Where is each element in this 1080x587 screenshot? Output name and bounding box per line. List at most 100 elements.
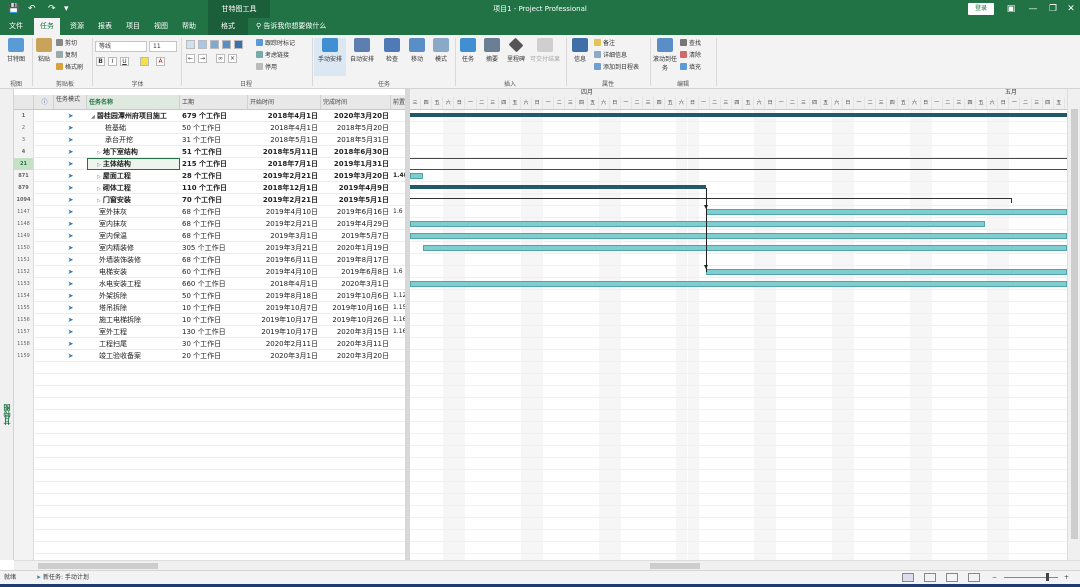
corner-select-all[interactable] xyxy=(14,95,34,110)
empty-row[interactable] xyxy=(14,398,408,410)
duration-cell[interactable]: 50 个工作日 xyxy=(180,290,248,302)
start-cell[interactable]: 2019年10月17日 xyxy=(248,314,321,326)
table-row[interactable]: 1158 ➤ 工程扫尾 30 个工作日 2020年2月11日 2020年3月11日 xyxy=(14,338,408,350)
row-info-cell[interactable] xyxy=(34,134,54,146)
add-to-timeline-button[interactable]: 添加到日程表 xyxy=(594,63,639,73)
manual-pin-icon[interactable]: ➤ xyxy=(54,266,87,278)
tab-file[interactable]: 文件 xyxy=(4,18,28,35)
header-start[interactable]: 开始时间 xyxy=(248,95,321,110)
tab-help[interactable]: 帮助 xyxy=(176,18,202,35)
table-row[interactable]: 2 ➤ 桩基础 50 个工作日 2018年4月1日 2018年5月20日 xyxy=(14,122,408,134)
finish-cell[interactable]: 2019年6月16日 xyxy=(321,206,391,218)
team-planner-shortcut-icon[interactable] xyxy=(946,573,958,582)
table-row[interactable]: 1156 ➤ 施工电梯拆除 10 个工作日 2019年10月17日 2019年10月26日… xyxy=(14,314,408,326)
start-cell[interactable]: 2020年2月11日 xyxy=(248,338,321,350)
paste-button[interactable]: 粘贴 xyxy=(33,38,55,63)
row-id[interactable]: 21 xyxy=(14,158,34,170)
empty-row[interactable] xyxy=(14,542,408,554)
minimize-button[interactable]: — xyxy=(1022,0,1044,18)
table-row[interactable]: 1148 ➤ 室内抹灰 68 个工作日 2019年2月21日 2019年4月29日 xyxy=(14,218,408,230)
row-id[interactable] xyxy=(14,470,34,482)
row-id[interactable]: 1155 xyxy=(14,302,34,314)
finish-cell[interactable]: 2019年10月16日 xyxy=(321,302,391,314)
row-id[interactable] xyxy=(14,494,34,506)
empty-row[interactable] xyxy=(14,386,408,398)
inspect-button[interactable]: 检查 xyxy=(378,38,406,63)
bold-button[interactable]: B xyxy=(96,57,105,66)
start-cell[interactable]: 2019年10月7日 xyxy=(248,302,321,314)
empty-row[interactable] xyxy=(14,518,408,530)
row-id[interactable]: 1150 xyxy=(14,242,34,254)
task-name-cell[interactable]: ▷ 地下室结构 xyxy=(87,146,180,158)
tab-report[interactable]: 报表 xyxy=(92,18,118,35)
details-button[interactable]: 详细信息 xyxy=(594,51,627,61)
task-name-cell[interactable]: 室内精装修 xyxy=(87,242,180,254)
outdent-icon[interactable]: ← xyxy=(186,54,195,63)
row-info-cell[interactable] xyxy=(34,146,54,158)
manual-pin-icon[interactable]: ➤ xyxy=(54,350,87,362)
start-cell[interactable]: 2018年5月1日 xyxy=(248,134,321,146)
row-info-cell[interactable] xyxy=(34,350,54,362)
start-cell[interactable]: 2020年3月1日 xyxy=(248,350,321,362)
table-row[interactable]: 4 ➤ ▷ 地下室结构 51 个工作日 2018年5月11日 2018年6月30日 xyxy=(14,146,408,158)
start-cell[interactable]: 2018年4月1日 xyxy=(248,110,321,122)
row-id[interactable]: 1147 xyxy=(14,206,34,218)
vertical-scrollbar[interactable] xyxy=(1067,89,1080,560)
duration-cell[interactable]: 110 个工作日 xyxy=(180,182,248,194)
row-id[interactable]: 1159 xyxy=(14,350,34,362)
row-id[interactable] xyxy=(14,434,34,446)
manual-pin-icon[interactable]: ➤ xyxy=(54,146,87,158)
gantt-view-button[interactable]: 甘特图 xyxy=(0,38,32,63)
finish-cell[interactable]: 2018年6月30日 xyxy=(321,146,391,158)
task-name-cell[interactable]: 塔吊拆除 xyxy=(87,302,180,314)
start-cell[interactable]: 2019年3月1日 xyxy=(248,230,321,242)
table-row[interactable]: 1 ➤ ◢ 碧桂园潭州府项目施工 679 个工作日 2018年4月1日 2020年3月20日 xyxy=(14,110,408,122)
duration-cell[interactable]: 50 个工作日 xyxy=(180,122,248,134)
tab-view[interactable]: 视图 xyxy=(148,18,174,35)
mark-on-track-button[interactable]: 跟踪时标记 xyxy=(256,39,295,49)
finish-cell[interactable]: 2018年5月20日 xyxy=(321,122,391,134)
finish-cell[interactable]: 2019年10月26日 xyxy=(321,314,391,326)
cut-button[interactable]: 剪切 xyxy=(56,39,77,49)
table-row[interactable]: 1147 ➤ 室外抹灰 68 个工作日 2019年4月10日 2019年6月16日 1.6 xyxy=(14,206,408,218)
task-name-cell[interactable]: ◢ 碧桂园潭州府项目施工 xyxy=(87,110,180,122)
manual-pin-icon[interactable]: ➤ xyxy=(54,278,87,290)
duration-cell[interactable]: 10 个工作日 xyxy=(180,302,248,314)
task-usage-shortcut-icon[interactable] xyxy=(924,573,936,582)
info-column-header[interactable]: ⓘ xyxy=(34,95,54,110)
find-button[interactable]: 查找 xyxy=(680,39,701,49)
tab-resource[interactable]: 资源 xyxy=(64,18,90,35)
empty-row[interactable] xyxy=(14,374,408,386)
task-name-cell[interactable]: 室内保温 xyxy=(87,230,180,242)
start-cell[interactable]: 2018年4月1日 xyxy=(248,278,321,290)
row-id[interactable] xyxy=(14,362,34,374)
indent-icon[interactable]: → xyxy=(198,54,207,63)
row-info-cell[interactable] xyxy=(34,278,54,290)
finish-cell[interactable]: 2020年3月20日 xyxy=(321,350,391,362)
finish-cell[interactable]: 2020年3月20日 xyxy=(321,110,391,122)
manual-pin-icon[interactable]: ➤ xyxy=(54,254,87,266)
manual-pin-icon[interactable]: ➤ xyxy=(54,230,87,242)
manual-pin-icon[interactable]: ➤ xyxy=(54,326,87,338)
save-icon[interactable]: 💾 xyxy=(8,2,19,16)
outline-toggle-icon[interactable]: ▷ xyxy=(97,186,101,192)
row-id[interactable]: 1153 xyxy=(14,278,34,290)
row-id[interactable]: 1 xyxy=(14,110,34,122)
row-info-cell[interactable] xyxy=(34,338,54,350)
highlight-color-icon[interactable] xyxy=(140,57,149,66)
row-id[interactable]: 1156 xyxy=(14,314,34,326)
scroll-to-task-button[interactable]: 滚动到任务 xyxy=(652,38,678,72)
inactivate-button[interactable]: 停用 xyxy=(256,63,277,73)
zoom-slider[interactable] xyxy=(1004,577,1058,578)
row-id[interactable]: 1148 xyxy=(14,218,34,230)
manual-pin-icon[interactable]: ➤ xyxy=(54,206,87,218)
row-id[interactable]: 1094 xyxy=(14,194,34,206)
row-info-cell[interactable] xyxy=(34,194,54,206)
task-name-cell[interactable]: 桩基础 xyxy=(87,122,180,134)
undo-icon[interactable]: ↶ xyxy=(28,2,36,16)
zoom-out-icon[interactable]: − xyxy=(992,571,997,584)
finish-cell[interactable]: 2019年4月9日 xyxy=(321,182,391,194)
percent-complete-25-icon[interactable] xyxy=(198,40,207,49)
table-row[interactable]: 1157 ➤ 室外工程 130 个工作日 2019年10月17日 2020年3月15日 1.… xyxy=(14,326,408,338)
row-id[interactable] xyxy=(14,506,34,518)
